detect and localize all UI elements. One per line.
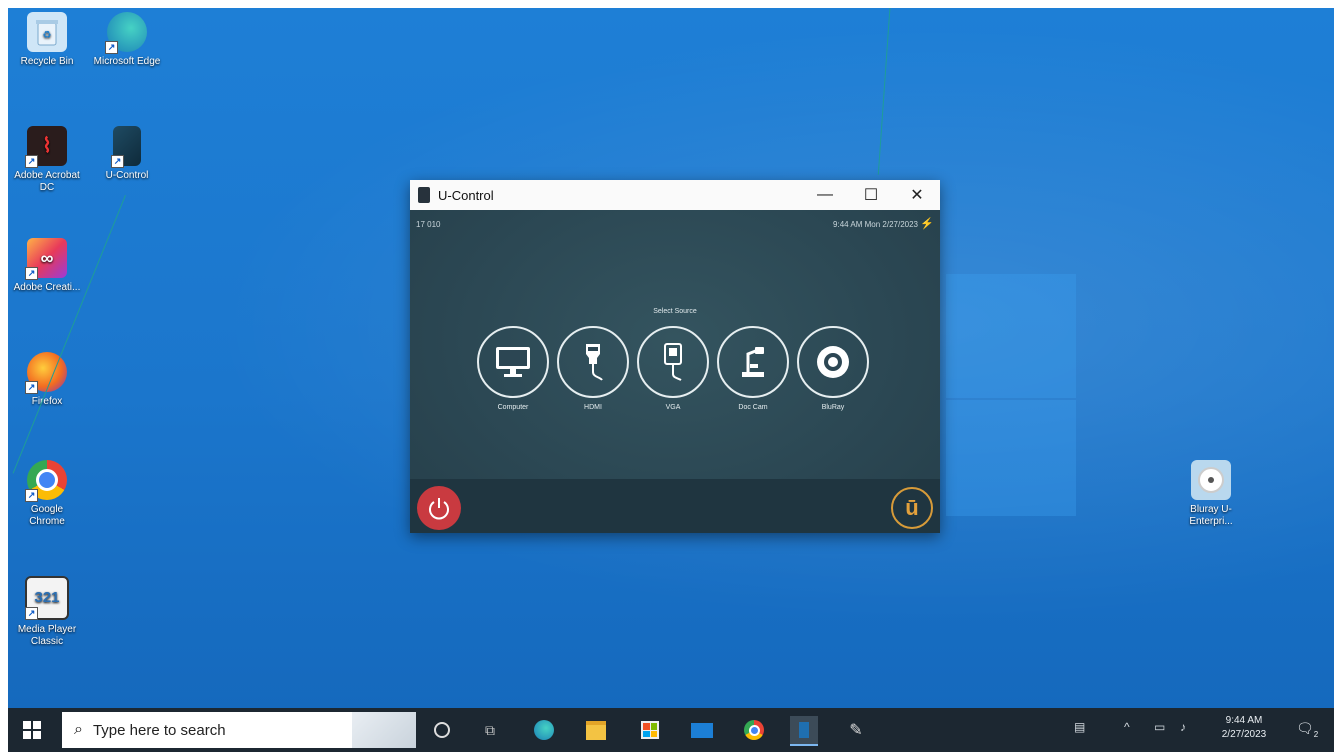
- disc-icon: [797, 326, 869, 398]
- source-bluray-button[interactable]: BluRay: [796, 326, 870, 411]
- source-computer-button[interactable]: Computer: [476, 326, 550, 411]
- annotation-line: [877, 8, 891, 175]
- chevron-up-icon[interactable]: ^: [1124, 720, 1130, 734]
- search-box[interactable]: ⌕ Type here to search: [62, 712, 416, 748]
- room-label: 17 010: [416, 220, 441, 229]
- minimize-button[interactable]: —: [802, 180, 848, 210]
- start-button[interactable]: [22, 720, 42, 745]
- title-bar[interactable]: U-Control — ☐ ✕: [410, 180, 940, 211]
- select-source-heading: Select Source: [653, 308, 697, 315]
- edge-icon: [534, 720, 554, 740]
- cortana-button[interactable]: [428, 716, 456, 744]
- shortcut-arrow-icon: ↗: [25, 607, 38, 620]
- u-control-window: U-Control — ☐ ✕ 17 010 9:44 AM Mon 2/27/…: [410, 180, 940, 533]
- desktop-icon-firefox[interactable]: ↗ Firefox: [12, 352, 82, 408]
- notification-button[interactable]: 🗨2: [1296, 720, 1318, 739]
- clock-date: 2/27/2023: [1221, 729, 1267, 740]
- desktop-icon-u-control[interactable]: ↗ U-Control: [92, 126, 162, 182]
- task-view-icon: ⧉: [485, 721, 495, 738]
- folder-icon: [586, 720, 606, 740]
- search-highlight-image: [352, 712, 416, 748]
- bluray-icon: [1191, 460, 1231, 500]
- taskbar-paint[interactable]: ✎: [842, 716, 870, 744]
- power-button[interactable]: [417, 486, 461, 530]
- u-control-icon: ↗: [111, 126, 141, 168]
- doc-cam-icon: [717, 326, 789, 398]
- taskbar-file-explorer[interactable]: [582, 716, 610, 744]
- clock-time: 9:44 AM: [1225, 715, 1263, 726]
- shortcut-arrow-icon: ↗: [25, 155, 38, 168]
- maximize-button[interactable]: ☐: [848, 180, 894, 210]
- notification-icon: 🗨: [1296, 720, 1314, 736]
- u-control-app-icon: [418, 187, 430, 203]
- paint-icon: ✎: [849, 722, 863, 739]
- source-hdmi-button[interactable]: HDMI: [556, 326, 630, 411]
- chrome-icon: [744, 720, 764, 740]
- datetime-label: 9:44 AM Mon 2/27/2023: [833, 220, 918, 229]
- mail-icon: [691, 722, 713, 738]
- monitor-icon: [477, 326, 549, 398]
- shortcut-arrow-icon: ↗: [25, 489, 38, 502]
- wallpaper-logo-pane: [946, 274, 1076, 398]
- chrome-icon: ↗: [25, 460, 67, 502]
- close-button[interactable]: ✕: [894, 180, 940, 210]
- store-icon: [641, 721, 659, 739]
- creative-cloud-icon: ∞ ↗: [25, 238, 67, 280]
- source-vga-button[interactable]: VGA: [636, 326, 710, 411]
- desktop-icon-creative-cloud[interactable]: ∞ ↗ Adobe Creati...: [12, 238, 82, 294]
- taskbar-store[interactable]: [636, 716, 664, 744]
- edge-icon: ↗: [105, 12, 147, 54]
- network-icon[interactable]: ▭: [1154, 720, 1165, 734]
- volume-icon[interactable]: ♪: [1180, 720, 1186, 734]
- window-title: U-Control: [438, 187, 494, 203]
- power-icon: [429, 498, 449, 520]
- svg-text:♻: ♻: [43, 30, 52, 41]
- u-control-icon: [799, 722, 809, 738]
- windows-logo-icon: [23, 721, 41, 739]
- news-widget-icon[interactable]: ▤: [1074, 720, 1085, 734]
- taskbar-u-control[interactable]: [790, 716, 818, 746]
- hdmi-icon: [557, 326, 629, 398]
- desktop-icon-media-player[interactable]: 321 ↗ Media Player Classic: [12, 576, 82, 648]
- task-view-button[interactable]: ⧉: [476, 716, 504, 744]
- taskbar: ⌕ Type here to search ⧉ ✎ ▤ ^ ▭ ♪ 9:44 A…: [8, 708, 1334, 752]
- taskbar-mail[interactable]: [688, 716, 716, 744]
- control-footer: ū: [410, 479, 940, 533]
- u-logo-button[interactable]: ū: [891, 487, 933, 529]
- notification-count: 2: [1313, 729, 1319, 739]
- media-player-icon: 321 ↗: [25, 576, 69, 620]
- cortana-icon: [434, 722, 450, 738]
- desktop-icon-recycle-bin[interactable]: ♻ Recycle Bin: [12, 12, 82, 68]
- taskbar-edge[interactable]: [530, 716, 558, 744]
- search-placeholder: Type here to search: [92, 721, 226, 739]
- search-icon: ⌕: [74, 721, 83, 738]
- lightning-icon: ⚡: [920, 218, 934, 230]
- annotation-line: [12, 195, 126, 474]
- vga-icon: [637, 326, 709, 398]
- desktop-icon-acrobat[interactable]: ⌇ ↗ Adobe Acrobat DC: [12, 126, 82, 194]
- desktop-icon-chrome[interactable]: ↗ Google Chrome: [12, 460, 82, 528]
- taskbar-chrome[interactable]: [740, 716, 768, 744]
- acrobat-icon: ⌇ ↗: [25, 126, 67, 168]
- shortcut-arrow-icon: ↗: [25, 381, 38, 394]
- shortcut-arrow-icon: ↗: [25, 267, 38, 280]
- clock[interactable]: 9:44 AM 2/27/2023: [1214, 714, 1274, 742]
- wallpaper-logo-pane: [946, 400, 1076, 516]
- shortcut-arrow-icon: ↗: [105, 41, 118, 54]
- desktop-icon-edge[interactable]: ↗ Microsoft Edge: [92, 12, 162, 68]
- recycle-bin-icon: ♻: [27, 12, 67, 52]
- desktop-icon-bluray[interactable]: Bluray U-Enterpri...: [1176, 460, 1246, 528]
- control-panel: 17 010 9:44 AM Mon 2/27/2023 ⚡ Select So…: [410, 210, 940, 533]
- source-doc-cam-button[interactable]: Doc Cam: [716, 326, 790, 411]
- shortcut-arrow-icon: ↗: [111, 155, 124, 168]
